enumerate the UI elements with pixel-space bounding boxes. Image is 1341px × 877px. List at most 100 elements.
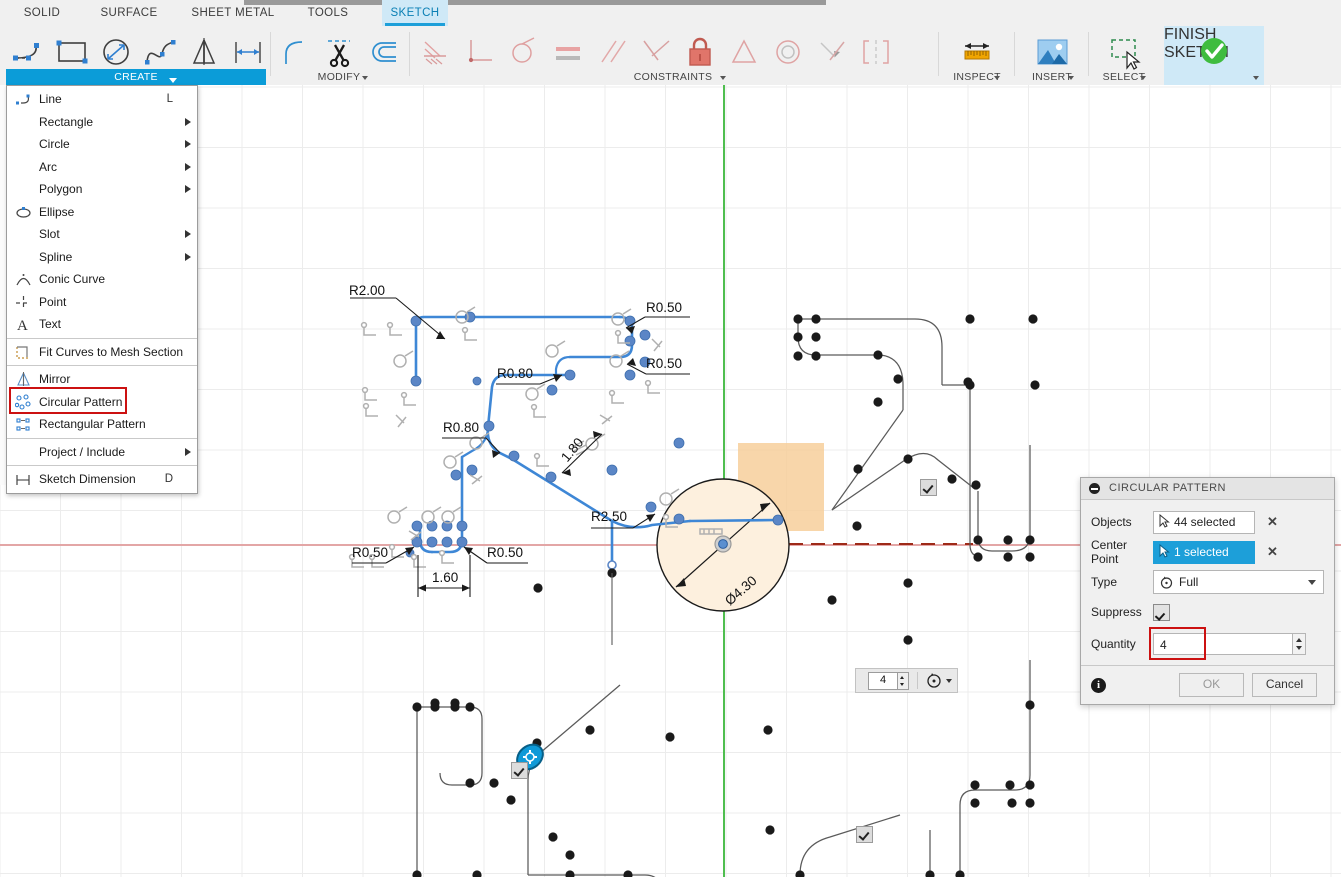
menu-item-conic-curve[interactable]: Conic Curve	[7, 268, 197, 291]
sketch-dimension-icon[interactable]	[226, 32, 270, 72]
dimension-label[interactable]: R0.50	[646, 300, 682, 315]
trim-scissors-icon[interactable]	[318, 32, 362, 72]
objects-select-button[interactable]: 44 selected	[1153, 510, 1255, 534]
menu-item-point[interactable]: Point	[7, 291, 197, 314]
menu-item-sketch-dimension[interactable]: Sketch Dimension D	[7, 468, 197, 491]
select-group-label[interactable]: SELECT	[1092, 71, 1156, 83]
inspect-group-label[interactable]: INSPECT	[944, 71, 1010, 83]
arc-icon[interactable]	[6, 32, 50, 72]
text-icon: A	[15, 316, 32, 334]
rectangular-pattern-icon	[15, 416, 32, 433]
dimension-label[interactable]: R0.80	[497, 366, 533, 381]
menu-item-spline[interactable]: Spline	[7, 246, 197, 269]
center-point-label: Center Point	[1091, 538, 1128, 566]
insert-group-label[interactable]: INSERT	[1020, 71, 1084, 83]
dimension-label[interactable]: R0.50	[487, 545, 523, 560]
create-group-label[interactable]: CREATE	[6, 69, 266, 85]
midpoint-icon[interactable]	[722, 32, 766, 72]
type-dropdown[interactable]: Full	[1153, 570, 1324, 594]
tab-surface[interactable]: SURFACE	[92, 0, 166, 26]
submenu-arrow-icon	[185, 140, 191, 148]
menu-shortcut: L	[166, 93, 173, 105]
menu-item-label: Slot	[39, 227, 60, 241]
lock-icon[interactable]	[678, 32, 722, 72]
circular-pattern-dialog[interactable]: CIRCULAR PATTERN Objects 44 selected ✕ C…	[1080, 477, 1335, 705]
menu-item-text[interactable]: A Text	[7, 313, 197, 336]
info-icon[interactable]: i	[1091, 677, 1106, 693]
dimension-label[interactable]: R2.00	[349, 283, 385, 298]
dimension-label[interactable]: R2.50	[591, 509, 627, 524]
collinear-icon[interactable]	[810, 32, 854, 72]
floating-quantity-input[interactable]: 4	[868, 671, 898, 690]
equal-icon[interactable]	[546, 32, 590, 72]
dimension-label[interactable]: R0.50	[646, 356, 682, 371]
collapse-icon[interactable]	[1089, 483, 1100, 494]
perpendicular-icon[interactable]	[634, 32, 678, 72]
constraints-group-label[interactable]: CONSTRAINTS	[414, 71, 932, 83]
tangent-icon[interactable]	[502, 32, 546, 72]
horizontal-vertical-icon[interactable]	[458, 32, 502, 72]
quantity-label: Quantity	[1091, 637, 1136, 651]
suppress-label: Suppress	[1091, 605, 1142, 619]
dimension-label[interactable]: R0.50	[352, 545, 388, 560]
type-label: Type	[1091, 575, 1118, 589]
quantity-input[interactable]: 4	[1153, 633, 1293, 655]
offset-icon[interactable]	[362, 32, 406, 72]
create-dropdown-menu[interactable]: Line L Rectangle Circle Arc Polygon Elli…	[6, 85, 198, 494]
menu-item-line[interactable]: Line L	[7, 88, 197, 111]
quantity-stepper[interactable]	[1293, 633, 1306, 655]
menu-item-circular-pattern[interactable]: Circular Pattern	[7, 391, 197, 414]
rectangle-icon[interactable]	[50, 32, 94, 72]
sketch-dimension-icon	[15, 471, 32, 488]
dialog-row-quantity: Quantity 4	[1091, 627, 1324, 661]
ok-button[interactable]: OK	[1179, 673, 1244, 697]
menu-item-fit-curves-to-mesh-section[interactable]: Fit Curves to Mesh Section	[7, 341, 197, 364]
cancel-button[interactable]: Cancel	[1252, 673, 1317, 697]
mirror-icon[interactable]	[182, 32, 226, 72]
symmetry-icon[interactable]	[854, 32, 898, 72]
parallel-icon[interactable]	[590, 32, 634, 72]
center-point-select-button[interactable]: 1 selected	[1153, 540, 1255, 564]
floating-quantity-stepper[interactable]	[898, 671, 909, 690]
ribbon-group-insert: INSERT	[1020, 26, 1084, 85]
menu-item-rectangular-pattern[interactable]: Rectangular Pattern	[7, 413, 197, 436]
clear-objects-button[interactable]: ✕	[1267, 514, 1278, 530]
spline-icon[interactable]	[138, 32, 182, 72]
fillet-icon[interactable]	[274, 32, 318, 72]
measure-ruler-icon[interactable]	[955, 32, 999, 72]
menu-item-mirror[interactable]: Mirror	[7, 368, 197, 391]
menu-item-rectangle[interactable]: Rectangle	[7, 111, 197, 134]
circular-pattern-icon	[14, 393, 32, 411]
menu-item-circle[interactable]: Circle	[7, 133, 197, 156]
menu-separator	[7, 465, 197, 466]
select-window-icon[interactable]	[1102, 32, 1146, 72]
dialog-title-bar[interactable]: CIRCULAR PATTERN	[1081, 478, 1334, 500]
chevron-down-icon	[1068, 76, 1074, 80]
menu-item-arc[interactable]: Arc	[7, 156, 197, 179]
pattern-instance-checkbox[interactable]	[856, 826, 873, 843]
tab-sheet-metal[interactable]: SHEET METAL	[182, 0, 284, 26]
circle-icon[interactable]	[94, 32, 138, 72]
modify-group-label[interactable]: MODIFY	[274, 71, 404, 83]
pattern-quantity-floating-toolbar[interactable]: 4	[855, 668, 958, 693]
concentric-icon[interactable]	[766, 32, 810, 72]
menu-item-ellipse[interactable]: Ellipse	[7, 201, 197, 224]
pattern-instance-checkbox[interactable]	[511, 762, 528, 779]
finish-sketch-button[interactable]: FINISH SKETCH	[1164, 26, 1264, 85]
dimension-label[interactable]: 1.60	[432, 570, 458, 585]
tab-solid[interactable]: SOLID	[10, 0, 74, 26]
clear-center-point-button[interactable]: ✕	[1267, 544, 1278, 560]
pattern-instance-checkbox[interactable]	[920, 479, 937, 496]
circular-pattern-rotate-icon[interactable]	[925, 672, 943, 690]
menu-item-project-include[interactable]: Project / Include	[7, 441, 197, 464]
dimension-label[interactable]: R0.80	[443, 420, 479, 435]
chevron-down-icon	[1140, 76, 1146, 80]
tab-sketch[interactable]: SKETCH	[382, 0, 448, 26]
menu-item-slot[interactable]: Slot	[7, 223, 197, 246]
suppress-checkbox[interactable]	[1153, 603, 1170, 621]
tab-tools[interactable]: TOOLS	[298, 0, 358, 26]
fix-ground-icon[interactable]	[414, 32, 458, 72]
chevron-down-icon[interactable]	[946, 678, 952, 683]
insert-image-icon[interactable]	[1030, 32, 1074, 72]
menu-item-polygon[interactable]: Polygon	[7, 178, 197, 201]
